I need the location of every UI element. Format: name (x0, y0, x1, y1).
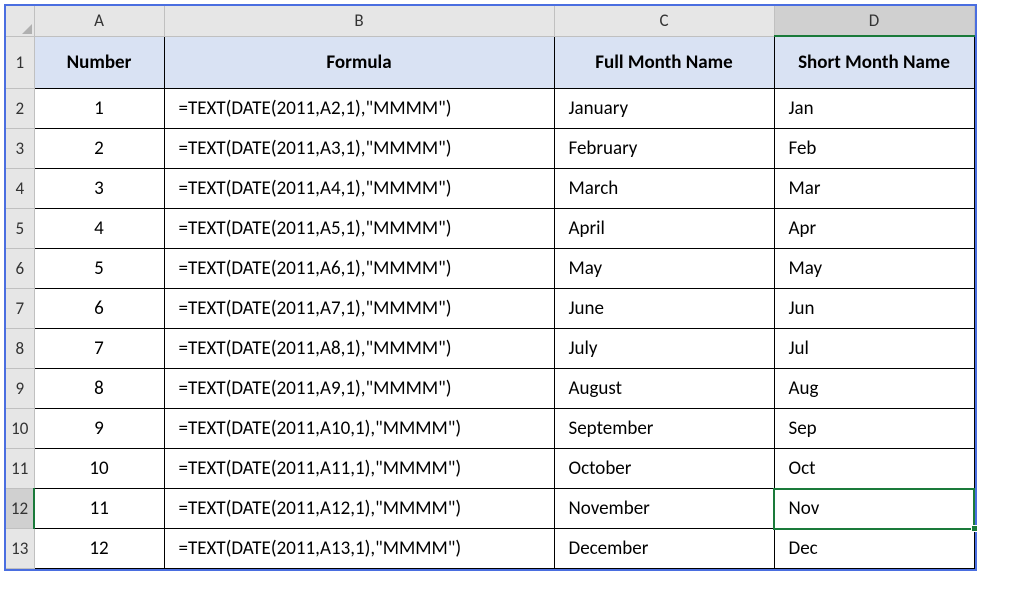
cell-a2[interactable]: 1 (34, 89, 164, 129)
cell-c4[interactable]: March (554, 169, 774, 209)
col-header-c[interactable]: C (554, 6, 774, 36)
cell-b7[interactable]: =TEXT(DATE(2011,A7,1),"MMMM") (164, 289, 554, 329)
cell-d2[interactable]: Jan (774, 89, 974, 129)
cell-a8[interactable]: 7 (34, 329, 164, 369)
cell-d3[interactable]: Feb (774, 129, 974, 169)
cell-c10[interactable]: September (554, 409, 774, 449)
cell-d13[interactable]: Dec (774, 529, 974, 569)
cell-b10[interactable]: =TEXT(DATE(2011,A10,1),"MMMM") (164, 409, 554, 449)
cell-c6[interactable]: May (554, 249, 774, 289)
select-all-corner[interactable] (6, 6, 34, 36)
row-header-7[interactable]: 7 (6, 289, 34, 329)
row-header-9[interactable]: 9 (6, 369, 34, 409)
cell-c5[interactable]: April (554, 209, 774, 249)
cell-b9[interactable]: =TEXT(DATE(2011,A9,1),"MMMM") (164, 369, 554, 409)
row-header-6[interactable]: 6 (6, 249, 34, 289)
cell-c7[interactable]: June (554, 289, 774, 329)
cell-b12[interactable]: =TEXT(DATE(2011,A12,1),"MMMM") (164, 489, 554, 529)
cell-d12[interactable]: Nov (774, 489, 974, 529)
row-header-10[interactable]: 10 (6, 409, 34, 449)
cell-d6[interactable]: May (774, 249, 974, 289)
col-header-b[interactable]: B (164, 6, 554, 36)
header-number[interactable]: Number (34, 36, 164, 89)
cell-b8[interactable]: =TEXT(DATE(2011,A8,1),"MMMM") (164, 329, 554, 369)
cell-b2[interactable]: =TEXT(DATE(2011,A2,1),"MMMM") (164, 89, 554, 129)
cell-b13[interactable]: =TEXT(DATE(2011,A13,1),"MMMM") (164, 529, 554, 569)
row-header-13[interactable]: 13 (6, 529, 34, 569)
row-header-1[interactable]: 1 (6, 36, 34, 89)
cell-d10[interactable]: Sep (774, 409, 974, 449)
cell-c8[interactable]: July (554, 329, 774, 369)
cell-c2[interactable]: January (554, 89, 774, 129)
cell-a6[interactable]: 5 (34, 249, 164, 289)
cell-d7[interactable]: Jun (774, 289, 974, 329)
cell-d8[interactable]: Jul (774, 329, 974, 369)
cell-a4[interactable]: 3 (34, 169, 164, 209)
cell-c3[interactable]: February (554, 129, 774, 169)
cell-b6[interactable]: =TEXT(DATE(2011,A6,1),"MMMM") (164, 249, 554, 289)
fill-handle[interactable] (971, 525, 978, 532)
col-header-a[interactable]: A (34, 6, 164, 36)
row-header-5[interactable]: 5 (6, 209, 34, 249)
cell-a7[interactable]: 6 (34, 289, 164, 329)
cell-b5[interactable]: =TEXT(DATE(2011,A5,1),"MMMM") (164, 209, 554, 249)
cell-c11[interactable]: October (554, 449, 774, 489)
cell-d11[interactable]: Oct (774, 449, 974, 489)
header-short-month[interactable]: Short Month Name (774, 36, 974, 89)
cell-b3[interactable]: =TEXT(DATE(2011,A3,1),"MMMM") (164, 129, 554, 169)
cell-a3[interactable]: 2 (34, 129, 164, 169)
cell-d9[interactable]: Aug (774, 369, 974, 409)
spreadsheet-table: A B C D 1 Number Formula Full Month Name… (6, 6, 975, 569)
row-header-2[interactable]: 2 (6, 89, 34, 129)
header-formula[interactable]: Formula (164, 36, 554, 89)
cell-a12[interactable]: 11 (34, 489, 164, 529)
row-header-4[interactable]: 4 (6, 169, 34, 209)
row-header-11[interactable]: 11 (6, 449, 34, 489)
spreadsheet: A B C D 1 Number Formula Full Month Name… (4, 4, 977, 571)
cell-b11[interactable]: =TEXT(DATE(2011,A11,1),"MMMM") (164, 449, 554, 489)
cell-a5[interactable]: 4 (34, 209, 164, 249)
cell-c13[interactable]: December (554, 529, 774, 569)
cell-d12-value: Nov (789, 497, 820, 520)
row-header-12[interactable]: 12 (6, 489, 34, 529)
row-header-3[interactable]: 3 (6, 129, 34, 169)
cell-a9[interactable]: 8 (34, 369, 164, 409)
cell-d4[interactable]: Mar (774, 169, 974, 209)
col-header-d[interactable]: D (774, 6, 974, 36)
select-all-icon (22, 24, 32, 34)
cell-b4[interactable]: =TEXT(DATE(2011,A4,1),"MMMM") (164, 169, 554, 209)
cell-a13[interactable]: 12 (34, 529, 164, 569)
cell-a11[interactable]: 10 (34, 449, 164, 489)
cell-a10[interactable]: 9 (34, 409, 164, 449)
cell-c12[interactable]: November (554, 489, 774, 529)
cell-c9[interactable]: August (554, 369, 774, 409)
header-full-month[interactable]: Full Month Name (554, 36, 774, 89)
row-header-8[interactable]: 8 (6, 329, 34, 369)
cell-d5[interactable]: Apr (774, 209, 974, 249)
